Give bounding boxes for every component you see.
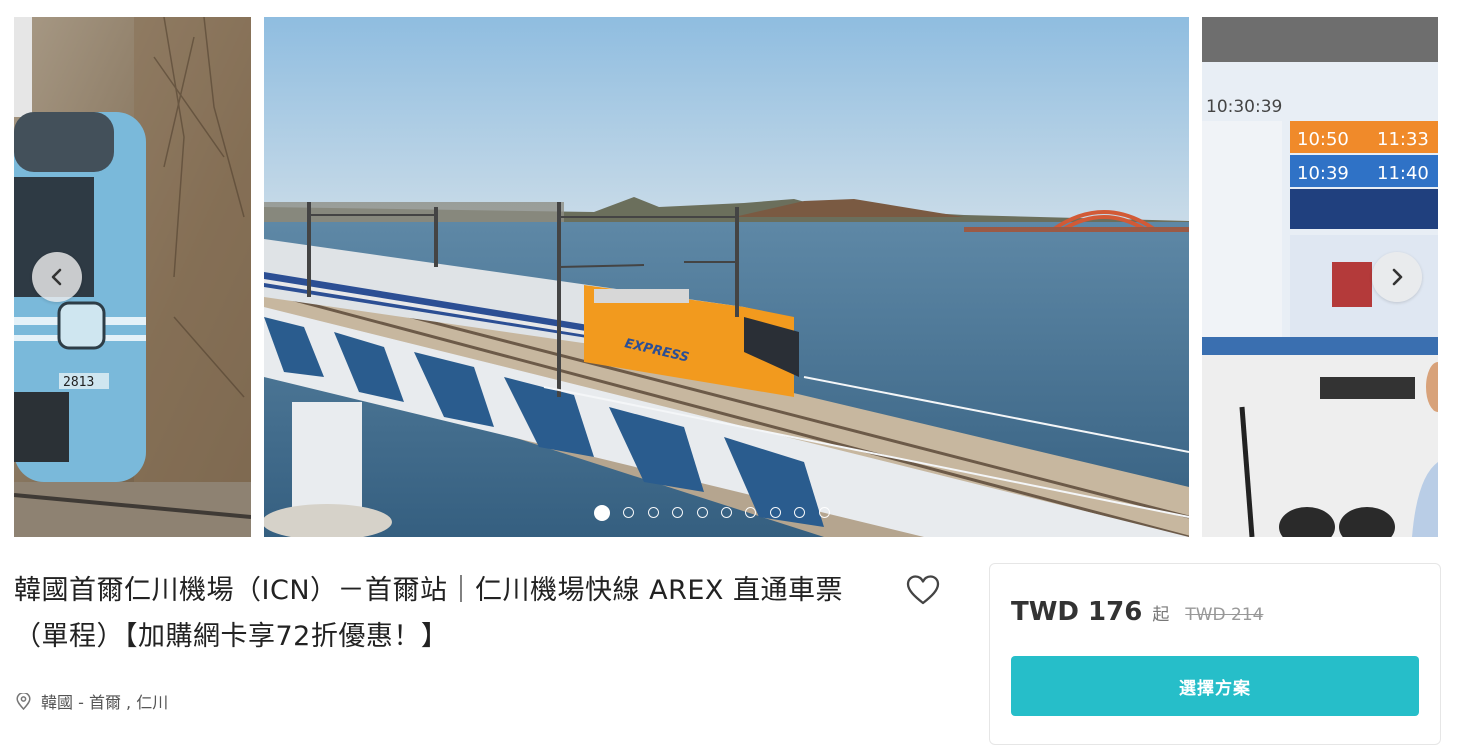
location-text: 韓國 - 首爾 , 仁川	[41, 693, 169, 712]
gallery-dot[interactable]	[745, 507, 757, 518]
gallery-dot[interactable]	[720, 507, 732, 518]
gallery-pagination	[594, 504, 830, 521]
gallery-dot[interactable]	[623, 507, 635, 518]
price-row: TWD 176 起 TWD 214	[1011, 597, 1263, 627]
gallery-dot[interactable]	[594, 504, 610, 521]
display-depart-1: 10:50	[1297, 129, 1349, 150]
gallery-next-button[interactable]	[1372, 252, 1422, 302]
gallery-slide-current[interactable]: EXPRESS	[264, 17, 1189, 537]
product-title: 韓國首爾仁川機場（ICN）－首爾站｜仁川機場快線 AREX 直通車票（單程）【加…	[14, 575, 843, 652]
favorite-button[interactable]	[906, 574, 940, 606]
price-from-label: 起	[1152, 605, 1170, 625]
current-price: TWD 176	[1011, 597, 1143, 627]
arex-express-photo: EXPRESS	[264, 17, 1189, 537]
original-price: TWD 214	[1185, 605, 1264, 625]
display-clock-text: 10:30:39	[1206, 97, 1282, 117]
gallery-dot[interactable]	[696, 507, 708, 518]
display-arrive-2: 11:40	[1377, 163, 1429, 184]
select-plan-button[interactable]: 選擇方案	[1011, 656, 1419, 716]
product-location: 韓國 - 首爾 , 仁川	[16, 689, 168, 713]
gallery-dot[interactable]	[647, 507, 659, 518]
gallery-dot[interactable]	[794, 507, 806, 518]
display-arrive-1: 11:33	[1377, 129, 1429, 150]
gallery-prev-button[interactable]	[32, 252, 82, 302]
car-number-text: 2813	[63, 375, 94, 390]
chevron-left-icon	[51, 268, 62, 286]
heart-icon	[906, 575, 940, 605]
gallery-dot[interactable]	[769, 507, 781, 518]
display-depart-2: 10:39	[1297, 163, 1349, 184]
map-pin-icon	[16, 692, 31, 710]
price-card: TWD 176 起 TWD 214 選擇方案	[989, 563, 1441, 745]
chevron-right-icon	[1392, 268, 1403, 286]
photo-gallery: 2813 EXPRESS 10:30:39 10:50 11:33 10:39 …	[0, 0, 1462, 537]
gallery-dot[interactable]	[818, 507, 830, 518]
gallery-dot[interactable]	[672, 507, 684, 518]
